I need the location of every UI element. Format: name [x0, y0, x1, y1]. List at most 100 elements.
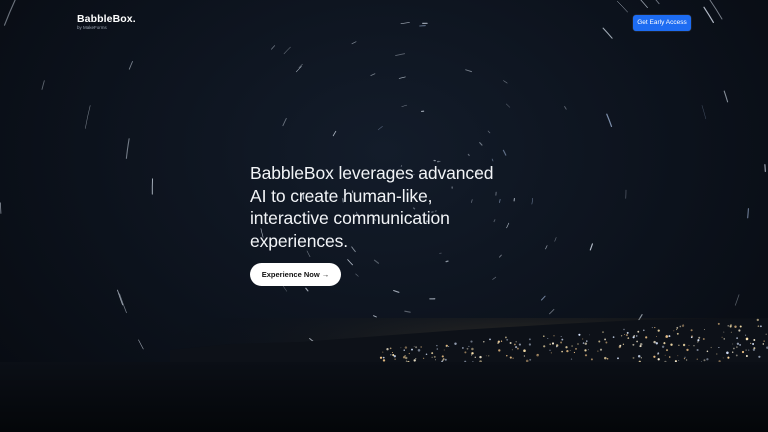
town-light: [606, 357, 609, 360]
town-light: [741, 350, 745, 354]
town-light: [470, 354, 473, 356]
town-light: [408, 352, 410, 355]
town-light: [556, 346, 558, 348]
star-trail: [554, 237, 557, 242]
hero-headline-line: BabbleBox leverages advanced: [250, 163, 494, 183]
star-trail: [589, 243, 593, 251]
town-light: [703, 329, 705, 330]
town-light: [468, 345, 470, 347]
town-light: [718, 346, 720, 349]
star-trail: [499, 254, 502, 258]
town-light: [498, 349, 501, 352]
town-light: [645, 336, 648, 339]
hero-headline-line: experiences.: [250, 230, 349, 251]
town-light: [543, 335, 545, 337]
town-light: [624, 333, 626, 335]
town-light: [454, 342, 457, 345]
town-light: [413, 345, 415, 347]
town-light: [697, 341, 699, 343]
town-light: [732, 343, 734, 345]
hero-headline-line: interactive communication: [250, 208, 450, 228]
star-trail: [373, 259, 380, 264]
town-light: [666, 349, 668, 352]
town-light: [683, 358, 686, 360]
town-light: [404, 346, 408, 349]
town-light: [635, 335, 638, 337]
town-light: [587, 349, 589, 351]
town-light: [637, 355, 641, 358]
town-light: [448, 346, 450, 348]
town-light: [637, 330, 640, 333]
town-light: [584, 349, 587, 352]
town-light: [664, 342, 666, 343]
town-light: [622, 343, 625, 345]
town-light: [598, 340, 601, 343]
star-trail: [398, 76, 406, 79]
town-light: [485, 355, 487, 357]
hero-headline: BabbleBox leverages advanced AI to creat…: [250, 162, 550, 252]
town-light: [425, 353, 428, 355]
star-trail: [487, 130, 491, 134]
town-light: [617, 357, 619, 360]
town-light: [586, 340, 588, 342]
star-trail: [85, 105, 91, 129]
star-trail: [128, 61, 133, 70]
experience-now-button[interactable]: Experience Now →: [250, 263, 341, 286]
town-lights-horizon: [0, 318, 768, 432]
town-light: [664, 354, 666, 356]
get-early-access-button[interactable]: Get Early Access: [633, 15, 691, 31]
town-light: [547, 338, 549, 339]
town-light: [400, 347, 402, 349]
town-light: [730, 331, 732, 333]
town-light: [390, 354, 392, 356]
town-light: [736, 346, 738, 348]
town-light: [678, 344, 680, 346]
brand-logo[interactable]: BabbleBox. by MakeForms: [77, 13, 136, 31]
star-trail: [445, 260, 449, 263]
town-light: [382, 359, 386, 362]
town-light: [627, 337, 630, 339]
town-light: [665, 335, 668, 338]
town-light: [643, 329, 645, 332]
town-light: [578, 333, 581, 336]
town-light: [543, 345, 546, 348]
star-trail: [404, 310, 411, 313]
town-light: [560, 341, 563, 344]
town-light: [382, 351, 384, 353]
town-light: [676, 327, 678, 330]
town-light: [472, 360, 474, 363]
town-light: [756, 318, 759, 322]
town-light: [677, 355, 679, 357]
star-trail: [701, 105, 707, 120]
star-trail: [479, 142, 483, 146]
town-light: [528, 343, 532, 346]
star-trail: [355, 273, 359, 277]
town-light: [514, 343, 516, 346]
town-light: [573, 351, 575, 354]
star-trail: [491, 158, 494, 162]
town-light: [382, 356, 385, 359]
town-light: [466, 347, 469, 350]
star-trail: [541, 295, 546, 301]
town-light: [727, 356, 730, 359]
town-light: [627, 332, 629, 334]
town-light: [745, 349, 747, 351]
town-light: [525, 359, 529, 363]
town-light: [405, 360, 408, 362]
town-light: [676, 332, 679, 335]
town-light: [765, 333, 767, 335]
town-light: [483, 341, 485, 343]
town-light: [757, 325, 760, 327]
town-light: [706, 350, 709, 353]
town-light: [394, 358, 396, 360]
town-light: [653, 340, 656, 344]
town-light: [657, 358, 660, 361]
town-light: [462, 347, 464, 349]
hero-section: BabbleBox leverages advanced AI to creat…: [250, 162, 550, 286]
star-trail: [347, 259, 353, 266]
town-light: [702, 337, 705, 341]
town-light: [500, 340, 503, 342]
town-light: [727, 325, 729, 327]
town-light: [523, 349, 526, 352]
town-light: [584, 354, 588, 357]
